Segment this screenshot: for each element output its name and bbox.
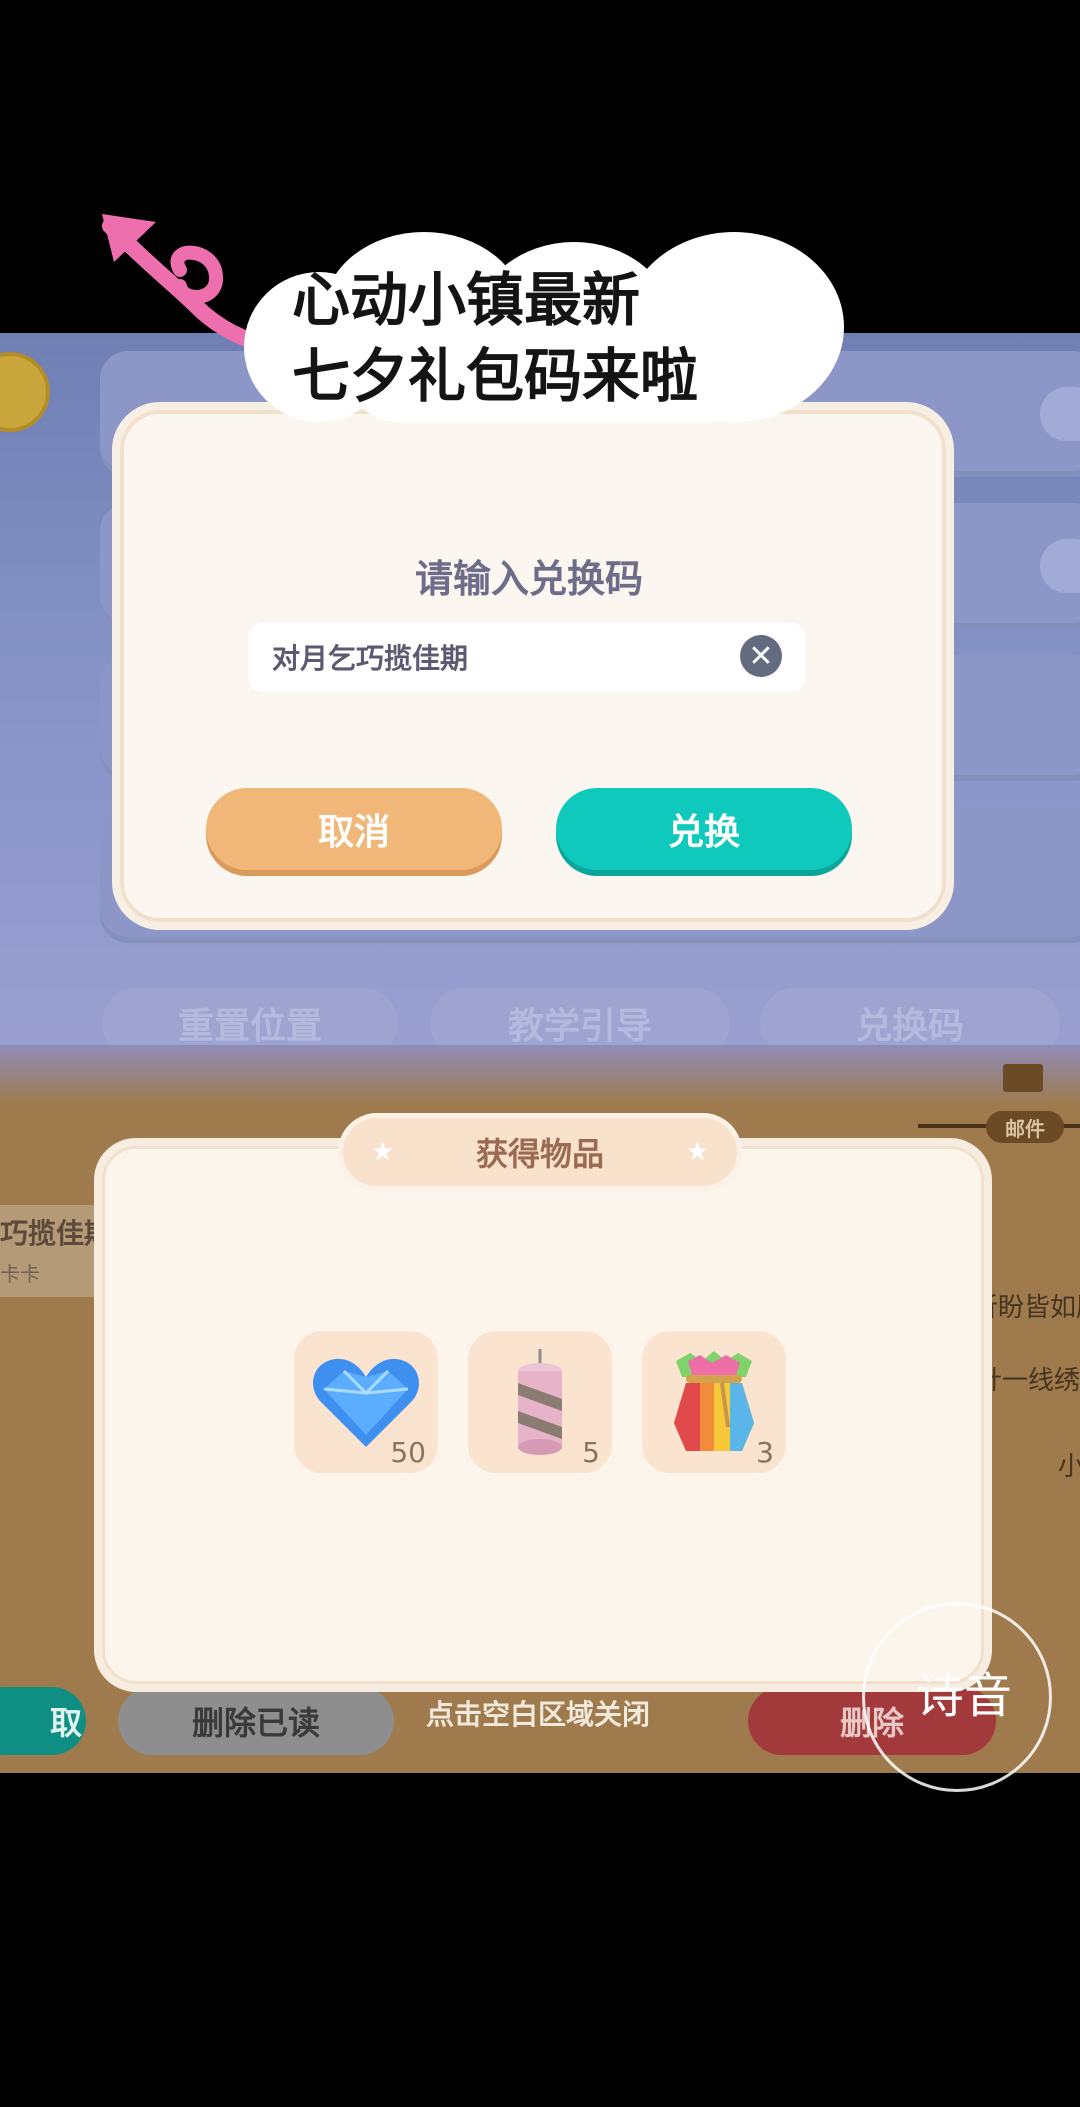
mail-tab-label[interactable]: 邮件 (986, 1111, 1064, 1143)
reward-item[interactable]: 3 (642, 1331, 786, 1473)
exchange-button[interactable]: 兑换 (556, 788, 852, 870)
star-icon: ★ (371, 1137, 395, 1167)
mail-item-title: 巧揽佳期 (0, 1217, 113, 1250)
star-icon: ★ (685, 1137, 709, 1167)
reward-dialog-title: 获得物品 (475, 1135, 604, 1173)
redeem-dialog-title: 请输入兑换码 (414, 557, 643, 601)
reward-item[interactable]: 50 (294, 1331, 438, 1473)
cancel-button[interactable]: 取消 (206, 788, 502, 870)
clear-input-icon[interactable]: ✕ (740, 635, 782, 677)
mail-item-sender: 卡卡 (0, 1262, 40, 1286)
caption-text: 心动小镇最新 七夕礼包码来啦 (292, 266, 699, 410)
watermark-text: 诗音 (916, 1668, 1013, 1724)
mail-envelope-icon[interactable] (1003, 1064, 1043, 1092)
reward-item-count: 50 (390, 1436, 426, 1469)
close-hint-text[interactable]: 点击空白区域关闭 (426, 1693, 650, 1733)
mail-body-line: 针一线绣 (976, 1366, 1080, 1396)
mail-body-line: 小 (1058, 1452, 1080, 1482)
claim-button[interactable]: 取 (0, 1687, 86, 1755)
delete-read-button[interactable]: 删除已读 (118, 1687, 394, 1755)
redeem-code-input[interactable] (270, 620, 724, 694)
reward-item-count: 5 (582, 1436, 600, 1469)
reward-item[interactable]: 5 (468, 1331, 612, 1473)
mail-body-line: 祈盼皆如愿 (972, 1293, 1080, 1323)
reward-item-count: 3 (756, 1436, 774, 1469)
redeem-code-field[interactable]: ✕ (248, 620, 806, 694)
reward-dialog-header: ★ 获得物品 ★ (338, 1113, 742, 1191)
